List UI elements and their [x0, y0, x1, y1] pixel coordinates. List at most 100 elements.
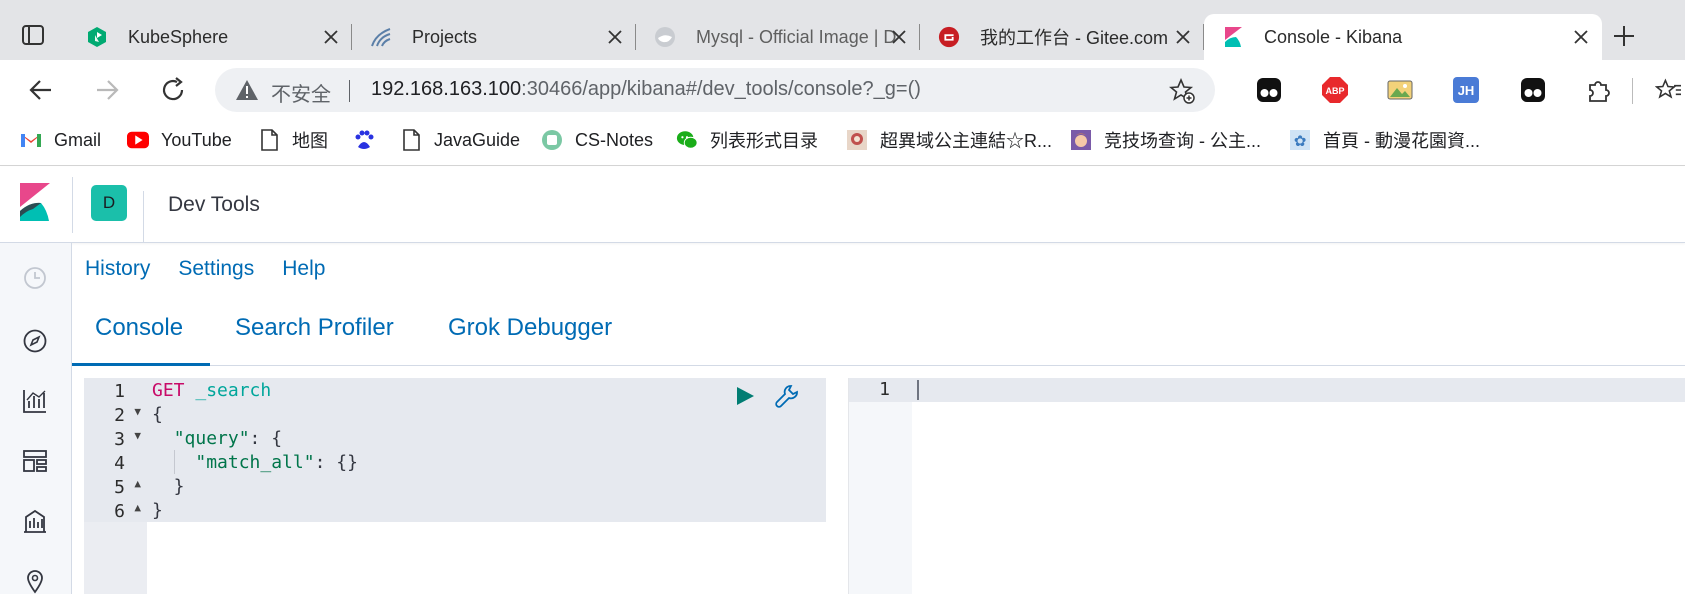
cs-notes-icon: [541, 129, 563, 151]
bookmark-youtube[interactable]: YouTube: [127, 127, 232, 153]
line-number: 1: [114, 381, 125, 402]
visualize-icon[interactable]: [22, 388, 48, 414]
header-divider: [143, 191, 144, 243]
http-method: GET: [152, 380, 185, 401]
bookmark-label: Gmail: [54, 129, 102, 150]
url-text[interactable]: 192.168.163.100:30466/app/kibana#/dev_to…: [371, 78, 921, 101]
forward-icon[interactable]: [92, 75, 122, 105]
gitee-icon: [938, 26, 960, 48]
tab-grok-debugger[interactable]: Grok Debugger: [448, 314, 612, 342]
bookmark-list-toc[interactable]: 列表形式目录: [676, 127, 818, 153]
browser-tab-mysql[interactable]: Mysql - Official Image | Do: [636, 14, 920, 60]
fold-toggle-icon[interactable]: ▼: [134, 429, 141, 442]
url-path: :30466/app/kibana#/dev_tools/console?_g=…: [521, 78, 921, 100]
kibana-header: D Dev Tools: [0, 167, 1685, 243]
bookmark-cs-notes[interactable]: CS-Notes: [541, 127, 653, 153]
browser-tab-strip: KubeSphere Projects Mysql - Official Ima…: [0, 0, 1685, 60]
bookmark-label: JavaGuide: [434, 129, 521, 150]
run-request-icon[interactable]: [734, 385, 756, 407]
tab-actions-icon[interactable]: [20, 22, 46, 48]
close-icon[interactable]: [606, 28, 624, 46]
bookmark-gmail[interactable]: Gmail: [20, 127, 101, 153]
back-icon[interactable]: [26, 75, 56, 105]
docker-icon: [654, 26, 676, 48]
browser-tab-kibana[interactable]: Console - Kibana: [1204, 14, 1602, 60]
page-icon: [258, 129, 280, 151]
bookmark-javaguide[interactable]: JavaGuide: [400, 127, 520, 153]
recent-clock-icon[interactable]: [22, 265, 48, 291]
fold-toggle-icon[interactable]: ▼: [134, 405, 141, 418]
tab-console[interactable]: Console: [95, 314, 183, 342]
line-number: 3 ▼: [114, 429, 141, 450]
tab-title: KubeSphere: [128, 26, 229, 47]
add-favorite-icon[interactable]: [1169, 78, 1195, 104]
bookmark-label: 竞技场查询 - 公主...: [1104, 131, 1261, 151]
page-icon: [400, 129, 422, 151]
bookmark-arena-query[interactable]: 竞技场查询 - 公主...: [1070, 127, 1261, 153]
close-icon[interactable]: [322, 28, 340, 46]
dashboard-icon[interactable]: [22, 448, 48, 474]
anime-icon: [1070, 129, 1092, 151]
kubesphere-icon: [86, 26, 108, 48]
bookmark-label: 超異域公主連結☆R...: [880, 131, 1053, 151]
browser-tab-gitee[interactable]: 我的工作台 - Gitee.com: [920, 14, 1204, 60]
active-tab-indicator: [72, 363, 210, 366]
settings-link[interactable]: Settings: [178, 257, 254, 281]
close-icon[interactable]: [1572, 28, 1590, 46]
fold-toggle-icon[interactable]: ▲: [134, 477, 141, 490]
request-path: _search: [184, 380, 272, 401]
bookmark-princess-connect[interactable]: 超異域公主連結☆R...: [846, 127, 1052, 153]
help-link[interactable]: Help: [282, 257, 325, 281]
browser-tab-kubesphere[interactable]: KubeSphere: [68, 14, 352, 60]
tab-search-profiler[interactable]: Search Profiler: [235, 314, 394, 342]
flower-icon: ✿: [1289, 129, 1311, 151]
bookmark-label: 列表形式目录: [710, 131, 818, 151]
tab-title: Projects: [412, 26, 478, 47]
extensions-puzzle-icon[interactable]: [1586, 77, 1612, 103]
header-divider: [72, 177, 73, 233]
tampermonkey-icon[interactable]: [1256, 77, 1282, 103]
maps-pin-icon[interactable]: [22, 568, 48, 594]
kibana-logo-icon[interactable]: [20, 183, 50, 221]
gmail-icon: [20, 129, 42, 151]
favorites-icon[interactable]: [1655, 77, 1681, 103]
baidu-icon: [353, 129, 375, 151]
close-icon[interactable]: [1174, 28, 1192, 46]
line-number: 4: [114, 453, 125, 474]
security-label[interactable]: 不安全: [271, 78, 331, 107]
bookmark-label: CS-Notes: [575, 129, 654, 150]
line-number: 5 ▲: [114, 477, 141, 498]
page-title: Dev Tools: [168, 193, 260, 216]
code-line: }: [152, 500, 163, 521]
tab-title: Mysql - Official Image | Do: [696, 26, 896, 47]
adblock-badge-text: ABP: [1325, 86, 1344, 96]
bookmark-map[interactable]: 地图: [258, 127, 328, 153]
close-icon[interactable]: [890, 28, 908, 46]
discover-compass-icon[interactable]: [22, 328, 48, 354]
wrench-icon[interactable]: [774, 383, 800, 409]
line-number: 1: [879, 379, 890, 400]
console-output[interactable]: 1: [848, 378, 1685, 594]
toolbar-divider: [1632, 78, 1633, 104]
image-extension-icon[interactable]: [1387, 77, 1413, 103]
jh-extension-badge[interactable]: JH: [1453, 77, 1479, 103]
new-tab-icon[interactable]: [1612, 24, 1636, 48]
divider: [349, 80, 350, 102]
space-avatar[interactable]: D: [91, 185, 127, 221]
address-bar[interactable]: 不安全 192.168.163.100:30466/app/kibana#/de…: [215, 68, 1215, 112]
history-link[interactable]: History: [85, 257, 150, 281]
tampermonkey-icon[interactable]: [1520, 77, 1546, 103]
fold-toggle-icon[interactable]: ▲: [134, 501, 141, 514]
bookmark-dmhy[interactable]: ✿ 首頁 - 動漫花園資...: [1289, 127, 1480, 153]
adblock-plus-icon[interactable]: ABP: [1321, 76, 1349, 104]
projects-icon: [370, 26, 392, 48]
bookmark-baidu[interactable]: [353, 127, 387, 153]
reload-icon[interactable]: [158, 75, 188, 105]
code-line: "match_all": {}: [195, 452, 358, 473]
browser-tab-projects[interactable]: Projects: [352, 14, 636, 60]
json-key: "match_all": [195, 452, 315, 473]
canvas-icon[interactable]: [22, 508, 48, 534]
text-cursor: [917, 380, 919, 400]
warning-icon[interactable]: [235, 79, 259, 101]
console-editor[interactable]: 1 2 ▼ 3 ▼ 4 5 ▲ 6 ▲ GET _search { "query": {…: [84, 378, 826, 594]
